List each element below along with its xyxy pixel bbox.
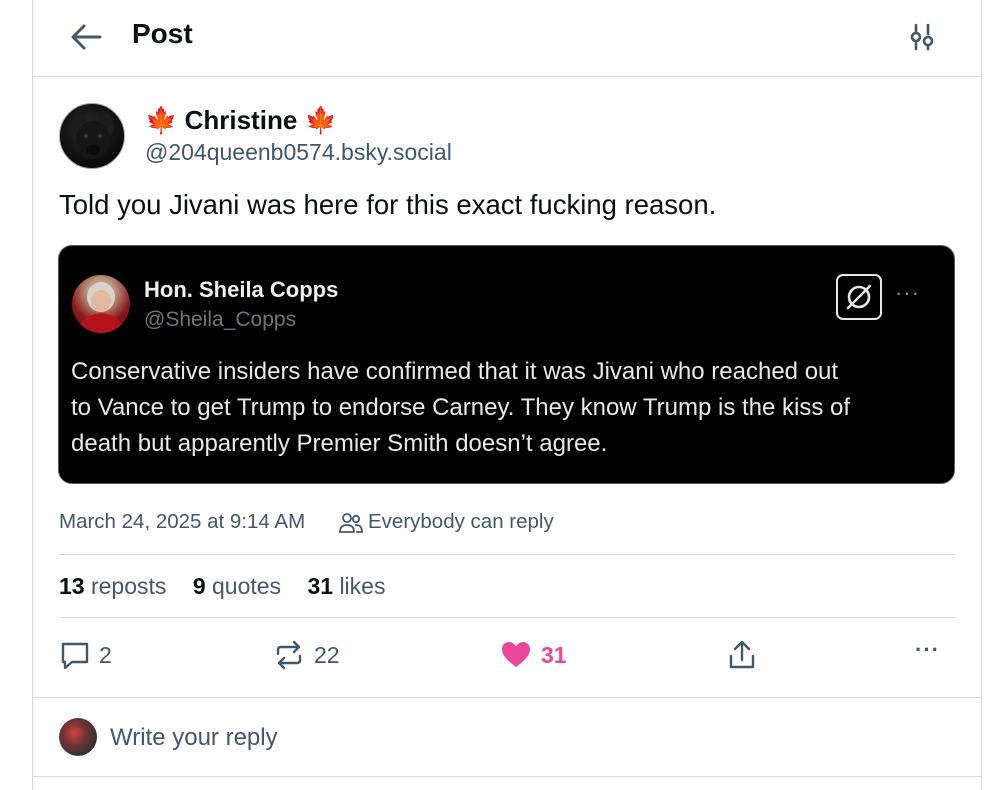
reply-count: 2 (99, 642, 112, 668)
post-timestamp[interactable]: March 24, 2025 at 9:14 AM (59, 510, 305, 534)
share-icon (729, 640, 755, 669)
quoted-more-icon: ··· (895, 280, 920, 305)
top-bar: Post (33, 0, 981, 77)
heart-filled-icon (502, 642, 530, 667)
embedded-screenshot[interactable]: Hon. Sheila Copps @Sheila_Copps ··· Cons… (58, 245, 955, 484)
current-user-avatar (59, 718, 97, 756)
reply-composer[interactable]: Write your reply (33, 697, 981, 777)
share-button[interactable] (726, 639, 760, 673)
author-handle[interactable]: @204queenb0574.bsky.social (145, 139, 452, 166)
arrow-left-icon (71, 24, 102, 50)
grok-icon (836, 274, 882, 320)
quoted-text-line: Conservative insiders have confirmed tha… (71, 358, 839, 385)
likes-count: 31 (307, 573, 334, 599)
reply-icon (61, 642, 89, 670)
more-options-button[interactable]: ··· (915, 637, 949, 673)
repost-icon (276, 640, 302, 670)
reply-input-placeholder[interactable]: Write your reply (110, 724, 278, 752)
quoted-author-handle: @Sheila_Copps (144, 308, 297, 331)
like-count: 31 (541, 642, 567, 668)
post-thread-column: Post 🍁 Christine 🍁 @204queenb0574.bsky.s… (32, 0, 982, 790)
divider (59, 554, 956, 555)
page-title: Post (132, 18, 193, 49)
quotes-stat[interactable]: 9 quotes (193, 573, 281, 600)
more-dots-icon: ··· (915, 637, 940, 662)
back-button[interactable] (69, 22, 103, 52)
post-text: Told you Jivani was here for this exact … (59, 189, 717, 220)
reply-setting-label: Everybody can reply (368, 510, 554, 533)
author-avatar[interactable] (59, 103, 125, 169)
dog-photo (72, 114, 114, 159)
quoted-author-name: Hon. Sheila Copps (144, 277, 339, 302)
reply-button[interactable]: 2 (59, 639, 149, 673)
likes-stat[interactable]: 31 likes (307, 573, 385, 600)
quotes-count: 9 (192, 573, 206, 599)
reposts-stat[interactable]: 13 reposts (59, 573, 166, 600)
reposts-count: 13 (59, 573, 85, 599)
people-icon (339, 513, 363, 533)
author-display-name[interactable]: 🍁 Christine 🍁 (145, 105, 337, 136)
post-actions: 2 22 31 ··· (33, 633, 981, 683)
likes-label: likes (339, 573, 386, 599)
reposts-label: reposts (90, 573, 167, 599)
quoted-text-line: to Vance to get Trump to endorse Carney.… (71, 394, 851, 421)
repost-button[interactable]: 22 (273, 639, 383, 673)
repost-count: 22 (314, 642, 340, 668)
quoted-author-avatar (72, 275, 130, 333)
thread-settings-button[interactable] (907, 22, 937, 52)
like-button[interactable]: 31 (500, 639, 600, 673)
sliders-icon (910, 23, 934, 51)
quotes-label: quotes (212, 573, 282, 599)
quoted-text-line: death but apparently Premier Smith doesn… (71, 430, 608, 457)
engagement-stats: 13 reposts 9 quotes 31 likes (59, 573, 405, 600)
divider (59, 617, 956, 618)
